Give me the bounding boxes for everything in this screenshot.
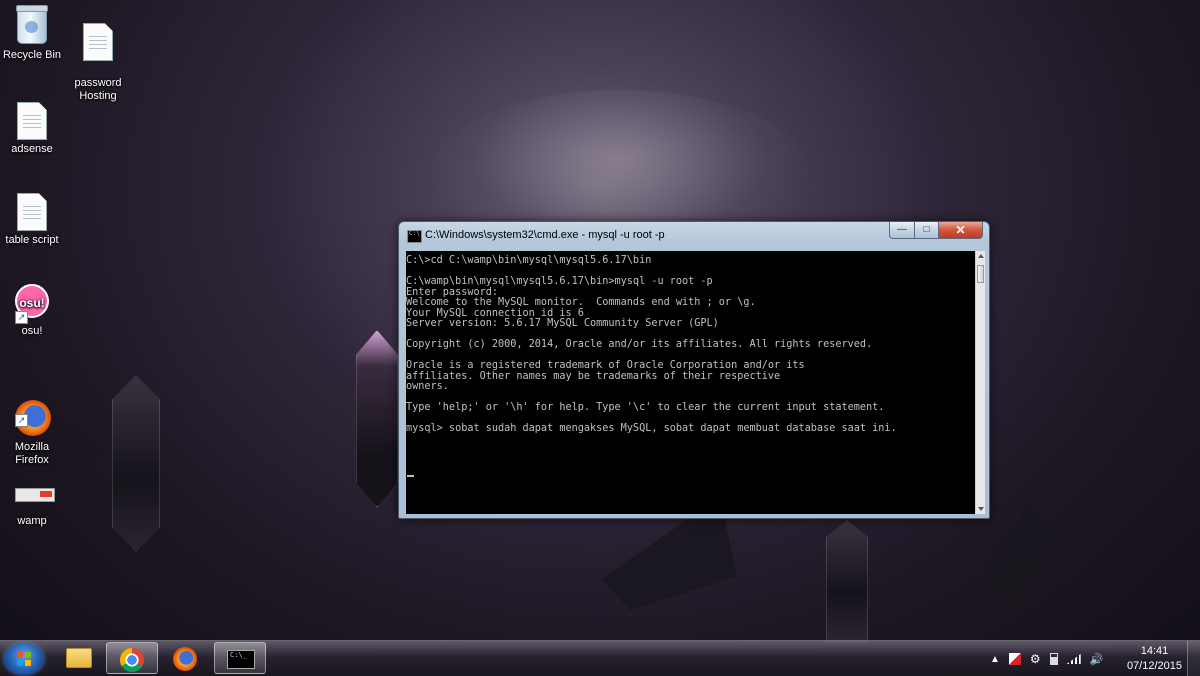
text-file-icon xyxy=(15,102,49,140)
desktop-icon-label: osu! xyxy=(21,325,43,337)
taskbar-explorer[interactable] xyxy=(52,642,104,674)
shortcut-arrow-icon: ↗ xyxy=(15,414,28,427)
osu-icon: osu! ↗ xyxy=(15,284,49,324)
chrome-icon xyxy=(120,648,144,672)
clock-time: 14:41 xyxy=(1140,645,1169,657)
taskbar-cmd[interactable]: C:\_ xyxy=(214,642,266,674)
scroll-thumb[interactable] xyxy=(977,265,984,283)
close-button[interactable]: ✕ xyxy=(939,222,983,239)
wamp-icon xyxy=(15,488,55,512)
desktop-icon-label: wamp xyxy=(17,515,47,527)
vertical-scrollbar[interactable] xyxy=(975,251,985,514)
signal-strength-icon[interactable] xyxy=(1066,654,1081,664)
taskbar-chrome[interactable] xyxy=(106,642,158,674)
volume-icon[interactable]: 🔊 xyxy=(1090,653,1104,666)
shortcut-arrow-icon: ↗ xyxy=(15,311,28,324)
desktop-icon-adsense[interactable]: adsense xyxy=(0,102,69,156)
recycle-bin-icon xyxy=(15,5,49,46)
cmd-icon: C:\_ xyxy=(227,650,255,669)
taskbar: C:\_ ▲ ⚙ 🔊 14:41 07/12/2015 xyxy=(0,640,1200,676)
desktop-icon-label: adsense xyxy=(11,143,53,155)
clock[interactable]: 14:41 07/12/2015 xyxy=(1127,644,1182,674)
desktop-icon-label: table script xyxy=(5,234,59,246)
cmd-window[interactable]: C:\Windows\system32\cmd.exe - mysql -u r… xyxy=(398,221,990,519)
desktop-icon-label: password Hosting xyxy=(74,77,122,102)
system-tray: ▲ ⚙ 🔊 xyxy=(990,651,1103,667)
wallpaper-crystal xyxy=(826,520,868,642)
taskbar-firefox[interactable] xyxy=(160,642,212,674)
start-button[interactable] xyxy=(4,643,44,675)
folder-icon xyxy=(66,648,92,668)
battery-icon[interactable] xyxy=(1049,653,1058,665)
firefox-icon: ↗ xyxy=(15,387,51,436)
text-file-icon xyxy=(15,193,49,231)
console-area[interactable]: C:\>cd C:\wamp\bin\mysql\mysql5.6.17\bin… xyxy=(406,251,975,514)
scroll-up-icon[interactable] xyxy=(978,254,984,258)
wallpaper-crystal xyxy=(356,330,398,507)
show-desktop-button[interactable] xyxy=(1187,641,1200,676)
scroll-down-icon[interactable] xyxy=(978,507,984,511)
text-file-icon xyxy=(81,23,115,61)
desktop-icon-firefox[interactable]: ↗ Mozilla Firefox xyxy=(0,374,69,480)
desktop-icon-label: Recycle Bin xyxy=(2,49,62,61)
desktop-icon-password-hosting[interactable]: password Hosting xyxy=(61,10,135,116)
maximize-button[interactable]: □ xyxy=(915,222,939,239)
window-title: C:\Windows\system32\cmd.exe - mysql -u r… xyxy=(425,229,665,241)
network-sharing-icon[interactable]: ⚙ xyxy=(1030,652,1041,666)
desktop-icon-osu[interactable]: osu! ↗ osu! xyxy=(0,284,69,338)
show-hidden-icons-button[interactable]: ▲ xyxy=(990,654,1000,665)
clock-date: 07/12/2015 xyxy=(1126,660,1182,672)
desktop-icon-table-script[interactable]: table script xyxy=(0,193,69,247)
cmd-icon xyxy=(407,230,422,243)
desktop-icon-wamp[interactable]: wamp xyxy=(0,480,69,528)
firefox-icon xyxy=(173,647,197,671)
text-cursor xyxy=(407,475,414,477)
desktop-icon-recycle-bin[interactable]: Recycle Bin xyxy=(0,5,69,62)
minimize-button[interactable]: — xyxy=(889,222,915,239)
cmd-titlebar[interactable]: C:\Windows\system32\cmd.exe - mysql -u r… xyxy=(399,222,989,248)
window-controls: — □ ✕ xyxy=(889,222,983,240)
action-center-flag-icon[interactable] xyxy=(1008,653,1021,665)
console-output: C:\>cd C:\wamp\bin\mysql\mysql5.6.17\bin… xyxy=(406,255,897,434)
wallpaper-crystal xyxy=(112,375,160,552)
